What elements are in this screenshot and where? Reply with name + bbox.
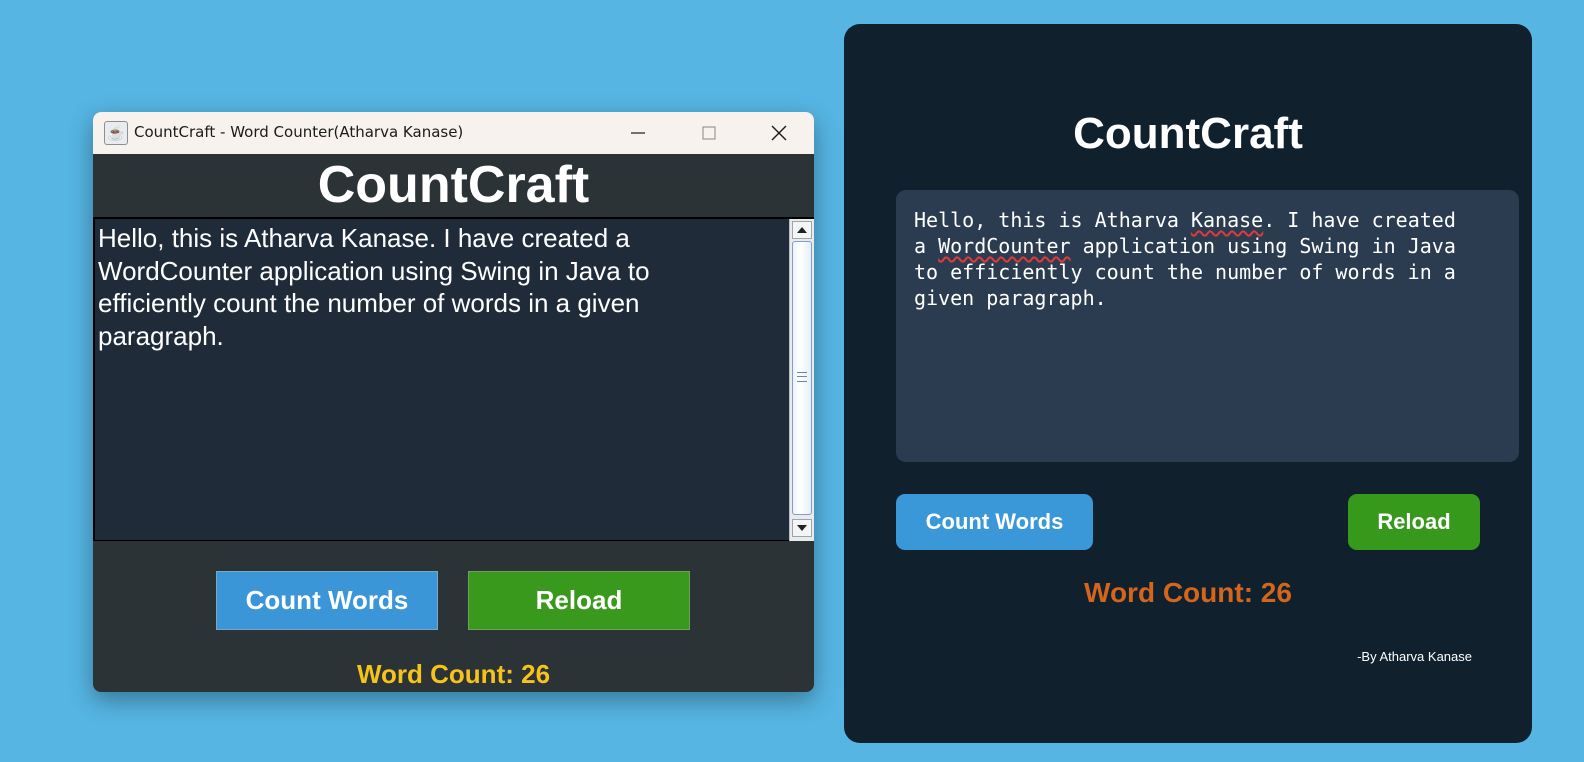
swing-count-words-button[interactable]: Count Words xyxy=(216,571,438,630)
vertical-scrollbar[interactable] xyxy=(789,219,814,541)
swing-app-header: CountCraft xyxy=(317,156,590,214)
java-app-icon: ☕ xyxy=(104,121,128,145)
scroll-up-button[interactable] xyxy=(792,221,812,239)
web-app-title: CountCraft xyxy=(1073,109,1303,158)
close-icon xyxy=(771,125,787,141)
swing-text-content[interactable]: Hello, this is Atharva Kanase. I have cr… xyxy=(98,222,778,352)
maximize-icon xyxy=(702,126,716,140)
close-button[interactable] xyxy=(751,112,807,154)
web-reload-button[interactable]: Reload xyxy=(1348,494,1480,550)
web-text-area[interactable]: Hello, this is Atharva Kanase. I have cr… xyxy=(896,190,1519,462)
scroll-down-button[interactable] xyxy=(792,519,812,537)
maximize-button[interactable] xyxy=(681,112,737,154)
swing-word-count-label: Word Count: 26 xyxy=(356,659,551,689)
arrow-up-icon xyxy=(797,227,807,233)
spellcheck-word: Kanase xyxy=(1190,208,1264,232)
minimize-icon xyxy=(631,132,645,134)
spellcheck-word: WordCounter xyxy=(938,234,1071,258)
swing-text-area[interactable]: Hello, this is Atharva Kanase. I have cr… xyxy=(93,217,814,541)
web-count-words-button[interactable]: Count Words xyxy=(896,494,1093,550)
swing-window: ☕ CountCraft - Word Counter(Atharva Kana… xyxy=(93,112,814,692)
web-word-count-label: Word Count: 26 xyxy=(1084,577,1292,608)
web-app-card: CountCraft Hello, this is Atharva Kanase… xyxy=(844,24,1532,743)
web-text-content[interactable]: Hello, this is Atharva Kanase. I have cr… xyxy=(914,207,1501,311)
window-title: CountCraft - Word Counter(Atharva Kanase… xyxy=(134,123,464,141)
author-byline: -By Atharva Kanase xyxy=(1357,649,1472,664)
text-segment: Hello, this is Atharva xyxy=(914,208,1191,232)
scroll-thumb[interactable] xyxy=(792,241,812,515)
swing-reload-button[interactable]: Reload xyxy=(468,571,690,630)
window-titlebar[interactable]: ☕ CountCraft - Word Counter(Atharva Kana… xyxy=(93,112,814,154)
minimize-button[interactable] xyxy=(610,112,666,154)
grip-icon xyxy=(797,372,807,382)
arrow-down-icon xyxy=(797,525,807,531)
